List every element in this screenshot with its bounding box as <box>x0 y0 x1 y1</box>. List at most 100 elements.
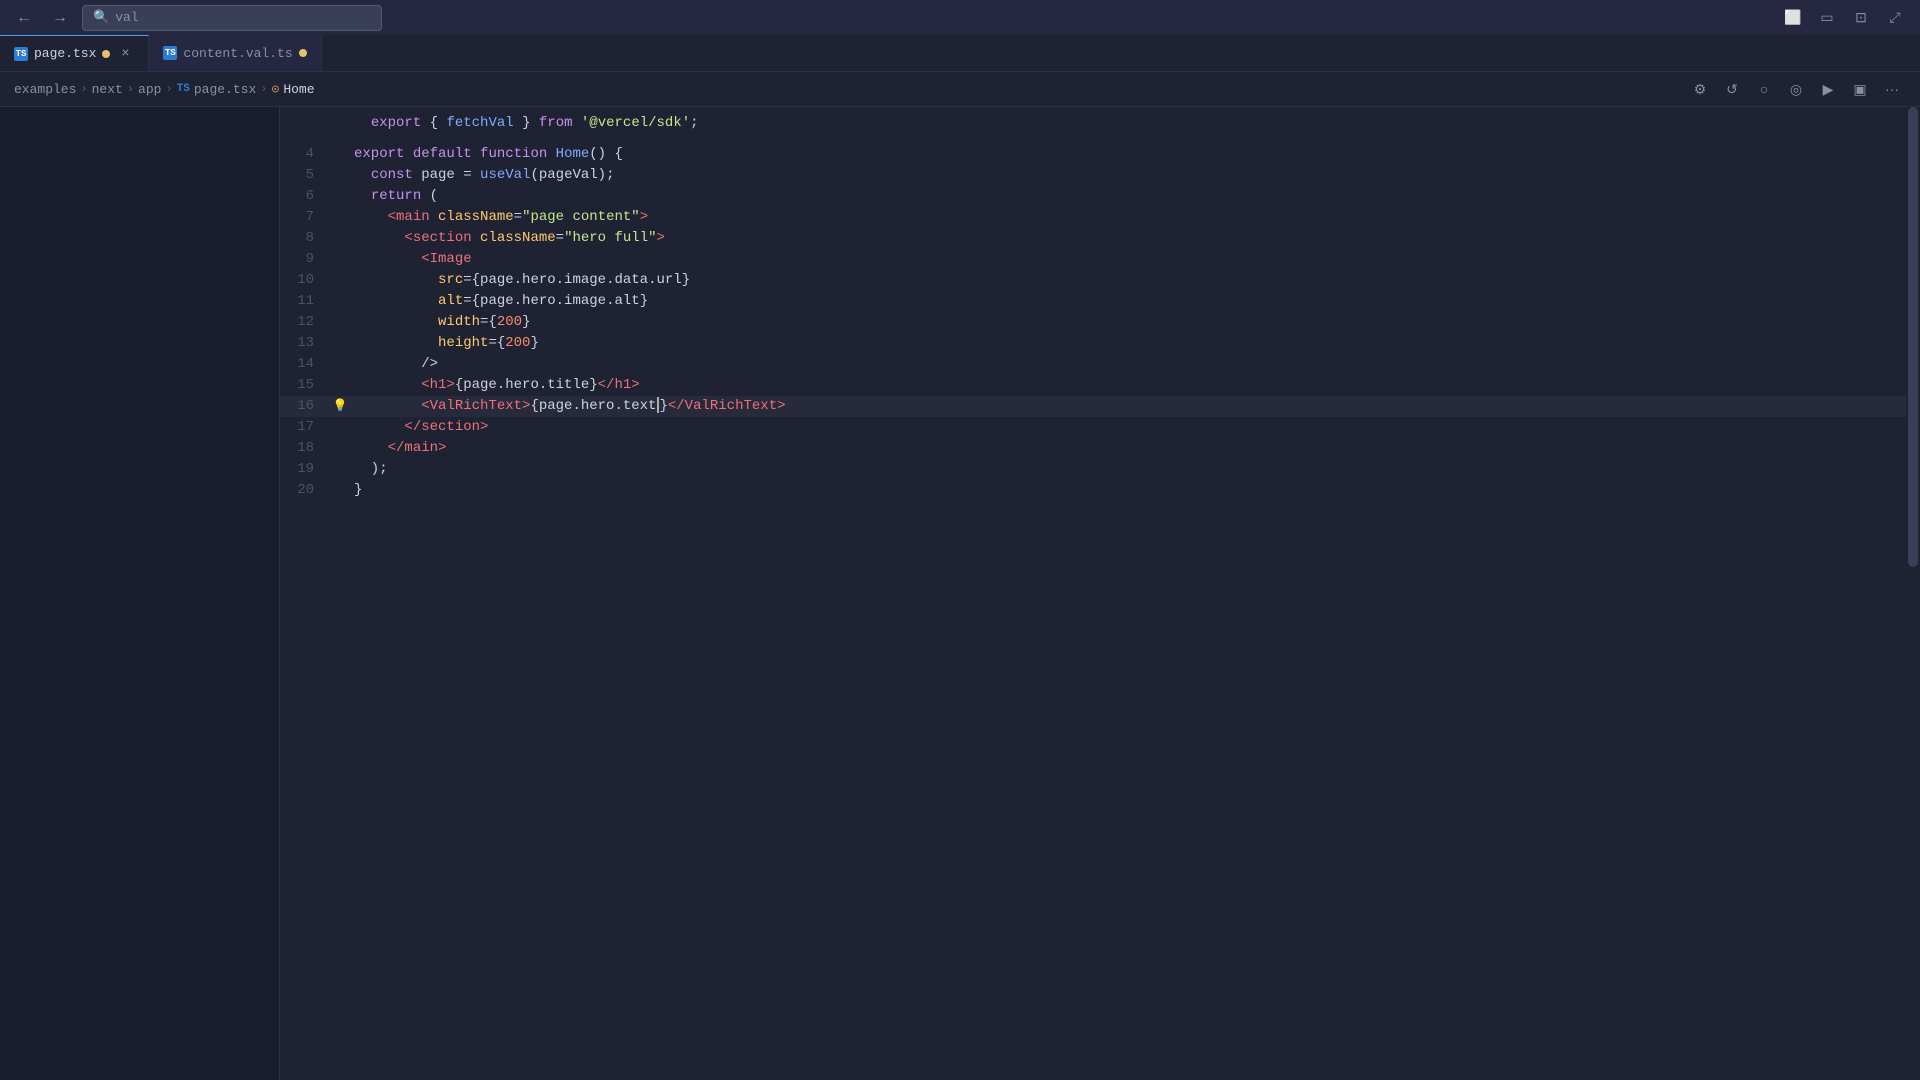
code-line-8: 8 <section className="hero full"> <box>280 228 1920 249</box>
line-content-13: height={200} <box>350 333 1920 354</box>
code-line-top: export { fetchVal } from '@vercel/sdk'; <box>280 113 1920 134</box>
breadcrumb-ts-icon: TS <box>177 83 190 95</box>
split-editor-button[interactable]: ⚙ <box>1686 76 1714 102</box>
line-content-9: <Image <box>350 249 1920 270</box>
symbol-icon: ⊙ <box>271 82 279 97</box>
more-button[interactable]: ··· <box>1878 76 1906 102</box>
sidebar-toggle-button[interactable]: ▭ <box>1812 4 1842 32</box>
line-num-9: 9 <box>280 249 330 270</box>
line-content-18: </main> <box>350 438 1920 459</box>
editor-area: export { fetchVal } from '@vercel/sdk'; … <box>0 107 1920 1080</box>
tab-content-val-ts[interactable]: TS content.val.ts <box>149 35 321 71</box>
left-panel <box>0 107 280 1080</box>
code-line-18: 18 </main> <box>280 438 1920 459</box>
line-content-10: src={page.hero.image.data.url} <box>350 270 1920 291</box>
search-value: val <box>115 10 138 25</box>
code-line-17: 17 </section> <box>280 417 1920 438</box>
breadcrumb-sep-2: › <box>127 82 134 96</box>
line-content-7: <main className="page content"> <box>350 207 1920 228</box>
code-line-12: 12 width={200} <box>280 312 1920 333</box>
breadcrumb: examples › next › app › TS page.tsx › ⊙ … <box>14 82 315 97</box>
breadcrumb-sep-1: › <box>80 82 87 96</box>
line-num-19: 19 <box>280 459 330 480</box>
breadcrumb-app[interactable]: app <box>138 82 161 97</box>
line-content-16: <ValRichText>{page.hero.text}</ValRichTe… <box>350 396 1920 417</box>
line-num-10: 10 <box>280 270 330 291</box>
tab-modified-indicator-2 <box>299 49 307 57</box>
fullscreen-button[interactable]: ⤢ <box>1880 4 1910 32</box>
code-line-19: 19 ); <box>280 459 1920 480</box>
lightbulb-icon[interactable]: 💡 <box>333 396 348 417</box>
editor-content[interactable]: export { fetchVal } from '@vercel/sdk'; … <box>280 107 1920 1080</box>
line-num-14: 14 <box>280 354 330 375</box>
code-line-7: 7 <main className="page content"> <box>280 207 1920 228</box>
circle-button[interactable]: ○ <box>1750 76 1778 102</box>
breadcrumb-sep-4: › <box>260 82 267 96</box>
gutter-16: 💡 <box>330 396 350 417</box>
line-num-5: 5 <box>280 165 330 186</box>
search-bar[interactable]: 🔍 val <box>82 5 382 31</box>
line-content-19: ); <box>350 459 1920 480</box>
line-num-6: 6 <box>280 186 330 207</box>
tab-page-tsx[interactable]: TS page.tsx × <box>0 35 149 71</box>
titlebar-right: ⬜ ▭ ⊡ ⤢ <box>1778 4 1910 32</box>
code-line-20: 20 } <box>280 480 1920 501</box>
code-line-14: 14 /> <box>280 354 1920 375</box>
line-num-7: 7 <box>280 207 330 228</box>
line-num-20: 20 <box>280 480 330 501</box>
tab-content-label: content.val.ts <box>183 46 292 61</box>
code-line-11: 11 alt={page.hero.image.alt} <box>280 291 1920 312</box>
layout-toggle-button[interactable]: ⬜ <box>1778 4 1808 32</box>
breadcrumb-next[interactable]: next <box>92 82 123 97</box>
line-num-16: 16 <box>280 396 330 417</box>
code-line-9: 9 <Image <box>280 249 1920 270</box>
line-content-20: } <box>350 480 1920 501</box>
line-content-6: return ( <box>350 186 1920 207</box>
breadcrumb-examples[interactable]: examples <box>14 82 76 97</box>
line-content-11: alt={page.hero.image.alt} <box>350 291 1920 312</box>
toolbar-icons: ⚙ ↺ ○ ◎ ▶ ▣ ··· <box>1686 76 1906 102</box>
go-back-editor-button[interactable]: ↺ <box>1718 76 1746 102</box>
forward-button[interactable]: → <box>46 4 74 32</box>
code-line-5: 5 const page = useVal(pageVal); <box>280 165 1920 186</box>
scrollbar[interactable] <box>1906 107 1920 1080</box>
circle-right-button[interactable]: ◎ <box>1782 76 1810 102</box>
breadcrumb-home[interactable]: Home <box>283 82 314 97</box>
line-num-18: 18 <box>280 438 330 459</box>
layout-editor-button[interactable]: ▣ <box>1846 76 1874 102</box>
line-content-top: export { fetchVal } from '@vercel/sdk'; <box>350 113 1920 134</box>
titlebar-left: ← → 🔍 val <box>10 4 382 32</box>
tab-close-button[interactable]: × <box>116 45 134 63</box>
line-content-4: export default function Home() { <box>350 144 1920 165</box>
tab-modified-indicator <box>102 50 110 58</box>
run-button[interactable]: ▶ <box>1814 76 1842 102</box>
back-button[interactable]: ← <box>10 4 38 32</box>
line-num-11: 11 <box>280 291 330 312</box>
editor-toolbar: examples › next › app › TS page.tsx › ⊙ … <box>0 72 1920 107</box>
panel-toggle-button[interactable]: ⊡ <box>1846 4 1876 32</box>
line-num-8: 8 <box>280 228 330 249</box>
line-num-12: 12 <box>280 312 330 333</box>
code-line-4: 4 export default function Home() { <box>280 144 1920 165</box>
code-line-16: 16 💡 <ValRichText>{page.hero.text}</ValR… <box>280 396 1920 417</box>
search-icon: 🔍 <box>93 10 109 25</box>
code-line-15: 15 <h1>{page.hero.title}</h1> <box>280 375 1920 396</box>
code-line-blank <box>280 134 1920 144</box>
code-line-6: 6 return ( <box>280 186 1920 207</box>
line-num-15: 15 <box>280 375 330 396</box>
line-content-15: <h1>{page.hero.title}</h1> <box>350 375 1920 396</box>
code-line-10: 10 src={page.hero.image.data.url} <box>280 270 1920 291</box>
breadcrumb-sep-3: › <box>165 82 172 96</box>
titlebar: ← → 🔍 val ⬜ ▭ ⊡ ⤢ <box>0 0 1920 35</box>
line-content-17: </section> <box>350 417 1920 438</box>
line-content-14: /> <box>350 354 1920 375</box>
line-num-17: 17 <box>280 417 330 438</box>
breadcrumb-page-tsx[interactable]: page.tsx <box>194 82 256 97</box>
tabbar: TS page.tsx × TS content.val.ts <box>0 35 1920 72</box>
scrollbar-thumb[interactable] <box>1908 107 1918 567</box>
ts-lang-icon-2: TS <box>163 46 177 60</box>
code-area: export { fetchVal } from '@vercel/sdk'; … <box>280 107 1920 507</box>
line-num-13: 13 <box>280 333 330 354</box>
line-content-8: <section className="hero full"> <box>350 228 1920 249</box>
line-content-5: const page = useVal(pageVal); <box>350 165 1920 186</box>
